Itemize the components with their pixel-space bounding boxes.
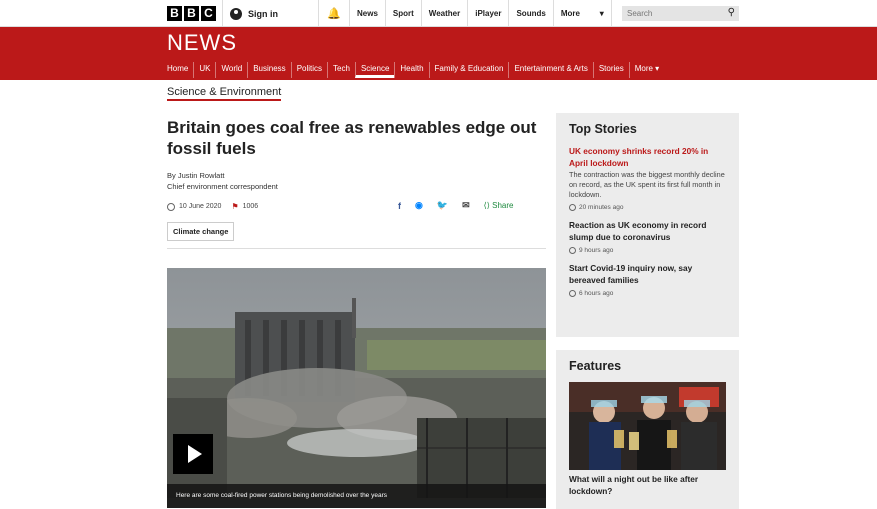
user-icon <box>230 7 242 20</box>
divider <box>222 0 223 27</box>
bbc-logo[interactable]: B B C <box>167 6 216 21</box>
clock-icon <box>569 247 576 254</box>
search-box: ⚲ <box>622 6 739 21</box>
nav-science[interactable]: Science <box>354 62 395 78</box>
share-tools: f ◉ 🐦 ✉ ⟨⟩ Share <box>398 200 513 211</box>
story-item[interactable]: Reaction as UK economy in record slump d… <box>569 219 726 254</box>
news-header: NEWS Home UK World Business Politics Tec… <box>0 27 877 80</box>
notifications-bell-icon[interactable]: 🔔 <box>327 7 341 20</box>
clock-icon <box>569 290 576 297</box>
byline-role: Chief environment correspondent <box>167 182 278 191</box>
feature-photo <box>569 382 726 470</box>
story-item[interactable]: Start Covid-19 inquiry now, say bereaved… <box>569 262 726 297</box>
share-button[interactable]: ⟨⟩ Share <box>484 201 514 210</box>
story-time: 20 minutes ago <box>569 204 726 211</box>
search-input[interactable] <box>627 9 722 18</box>
nav-more[interactable]: More ▾ <box>628 62 664 78</box>
byline: By Justin Rowlatt Chief environment corr… <box>167 170 278 192</box>
story-title[interactable]: UK economy shrinks record 20% in April l… <box>569 145 726 169</box>
top-nav-sport[interactable]: Sport <box>386 0 422 27</box>
bbc-logo-letter: B <box>184 6 199 21</box>
nav-stories[interactable]: Stories <box>592 62 629 78</box>
section-title[interactable]: Science & Environment <box>167 86 282 101</box>
sign-in-label: Sign in <box>248 8 278 19</box>
top-nav-news[interactable]: News <box>350 0 386 27</box>
play-button[interactable] <box>173 434 213 474</box>
bbc-top-bar: B B C Sign in 🔔 News Sport Weather iPlay… <box>0 0 877 27</box>
story-time: 9 hours ago <box>569 247 726 254</box>
share-icon: ⟨⟩ <box>483 201 490 210</box>
divider <box>318 0 319 27</box>
story-time-label: 20 minutes ago <box>579 204 624 211</box>
topic-tag[interactable]: Climate change <box>167 222 235 241</box>
bbc-logo-letter: C <box>201 6 216 21</box>
video-still <box>167 268 546 508</box>
top-nav: News Sport Weather iPlayer Sounds More ▾ <box>350 0 612 27</box>
search-icon[interactable]: ⚲ <box>728 7 735 18</box>
nav-entertainment-arts[interactable]: Entertainment & Arts <box>508 62 592 78</box>
nav-family-education[interactable]: Family & Education <box>428 62 509 78</box>
story-item[interactable]: UK economy shrinks record 20% in April l… <box>569 145 726 211</box>
top-nav-iplayer[interactable]: iPlayer <box>468 0 510 27</box>
nav-health[interactable]: Health <box>394 62 428 78</box>
comment-count[interactable]: 1006 <box>243 203 259 210</box>
play-icon <box>187 445 202 463</box>
nav-tech[interactable]: Tech <box>327 62 355 78</box>
more-label: More <box>560 9 580 18</box>
nav-home[interactable]: Home <box>167 62 193 78</box>
story-time: 6 hours ago <box>569 290 726 297</box>
clock-icon <box>167 202 175 211</box>
story-time-label: 9 hours ago <box>579 247 614 254</box>
comments-icon[interactable]: ⚑ <box>231 202 238 211</box>
news-nav: Home UK World Business Politics Tech Sci… <box>167 62 664 78</box>
messenger-icon[interactable]: ◉ <box>415 200 423 211</box>
article-headline: Britain goes coal free as renewables edg… <box>167 118 537 158</box>
article-date: 10 June 2020 <box>179 203 222 210</box>
email-icon[interactable]: ✉ <box>462 200 470 211</box>
twitter-icon[interactable]: 🐦 <box>437 200 448 211</box>
divider <box>167 248 546 249</box>
facebook-icon[interactable]: f <box>398 201 401 211</box>
feature-title[interactable]: What will a night out be like after lock… <box>569 473 726 497</box>
top-nav-weather[interactable]: Weather <box>422 0 469 27</box>
features-heading: Features <box>569 359 622 373</box>
story-summary: The contraction was the biggest monthly … <box>569 170 725 199</box>
byline-name: By Justin Rowlatt <box>167 171 225 180</box>
top-nav-more[interactable]: More ▾ <box>554 0 612 27</box>
story-time-label: 6 hours ago <box>579 290 614 297</box>
bbc-logo-letter: B <box>167 6 182 21</box>
video-player[interactable]: Here are some coal-fired power stations … <box>167 268 546 508</box>
story-title[interactable]: Reaction as UK economy in record slump d… <box>569 219 726 243</box>
news-logo[interactable]: NEWS <box>167 30 237 56</box>
nav-business[interactable]: Business <box>247 62 290 78</box>
video-caption: Here are some coal-fired power stations … <box>167 484 546 508</box>
top-nav-sounds[interactable]: Sounds <box>509 0 554 27</box>
story-title[interactable]: Start Covid-19 inquiry now, say bereaved… <box>569 262 726 286</box>
features-panel: Features What will a night out be like a… <box>556 350 739 509</box>
top-stories-panel: Top Stories UK economy shrinks record 20… <box>556 113 739 337</box>
share-label: Share <box>492 201 514 210</box>
feature-image[interactable] <box>569 382 726 470</box>
top-stories-heading: Top Stories <box>569 122 637 136</box>
nav-uk[interactable]: UK <box>193 62 215 78</box>
nav-world[interactable]: World <box>215 62 247 78</box>
article-meta: 10 June 2020 ⚑ 1006 <box>167 202 258 211</box>
nav-politics[interactable]: Politics <box>290 62 327 78</box>
chevron-down-icon: ▾ <box>599 9 604 18</box>
sign-in-link[interactable]: Sign in <box>230 0 278 27</box>
clock-icon <box>569 204 576 211</box>
